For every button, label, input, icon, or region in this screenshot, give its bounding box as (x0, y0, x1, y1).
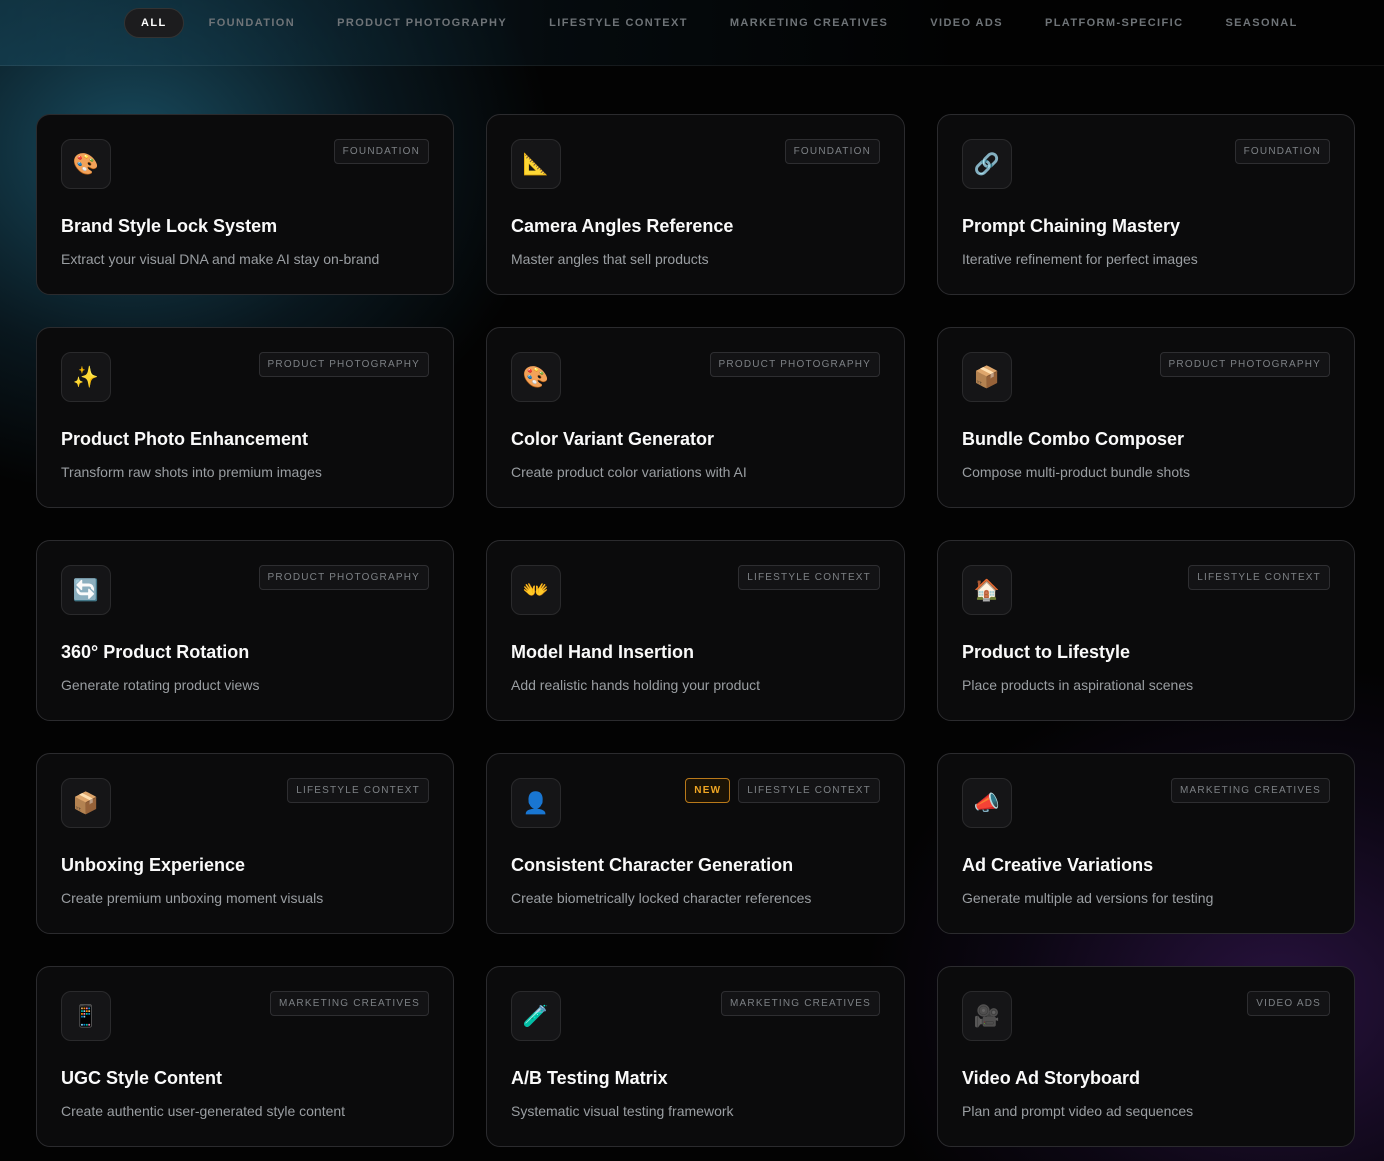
card-title: Product Photo Enhancement (61, 429, 309, 449)
card-title: A/B Testing Matrix (511, 1068, 668, 1088)
card-model-hand-insertion[interactable]: 👐 LIFESTYLE CONTEXT Model Hand Insertion… (486, 540, 905, 721)
tab-all[interactable]: ALL (124, 8, 184, 38)
sparkles-icon: ✨ (61, 352, 111, 402)
card-description: Generate rotating product views (61, 677, 260, 693)
category-badge: LIFESTYLE CONTEXT (738, 778, 880, 803)
category-badge: PRODUCT PHOTOGRAPHY (258, 565, 429, 590)
category-badge: LIFESTYLE CONTEXT (738, 565, 880, 590)
card-product-photo-enhancement[interactable]: ✨ PRODUCT PHOTOGRAPHY Product Photo Enha… (36, 327, 454, 508)
card-title: Model Hand Insertion (511, 642, 695, 662)
card-grid: 🎨 FOUNDATION Brand Style Lock System Ext… (36, 114, 1355, 1147)
tab-marketing-creatives[interactable]: MARKETING CREATIVES (730, 17, 888, 29)
palette-icon: 🎨 (511, 352, 561, 402)
card-title: 360° Product Rotation (61, 642, 250, 662)
card-description: Extract your visual DNA and make AI stay… (61, 251, 380, 267)
video-camera-icon: 🎥 (962, 991, 1012, 1041)
card-description: Plan and prompt video ad sequences (962, 1103, 1194, 1119)
test-tube-icon: 🧪 (511, 991, 561, 1041)
category-filter-bar: ALL FOUNDATION PRODUCT PHOTOGRAPHY LIFES… (0, 0, 1384, 66)
house-icon: 🏠 (962, 565, 1012, 615)
card-description: Compose multi-product bundle shots (962, 464, 1191, 480)
category-badge: VIDEO ADS (1247, 991, 1330, 1016)
card-description: Transform raw shots into premium images (61, 464, 322, 480)
card-description: Create product color variations with AI (511, 464, 747, 480)
card-video-ad-storyboard[interactable]: 🎥 VIDEO ADS Video Ad Storyboard Plan and… (937, 966, 1355, 1147)
card-description: Master angles that sell products (511, 251, 709, 267)
tab-seasonal[interactable]: SEASONAL (1225, 17, 1297, 29)
category-badge: FOUNDATION (784, 139, 880, 164)
triangle-ruler-icon: 📐 (511, 139, 561, 189)
card-description: Systematic visual testing framework (511, 1103, 734, 1119)
category-badge: MARKETING CREATIVES (721, 991, 880, 1016)
card-ab-testing-matrix[interactable]: 🧪 MARKETING CREATIVES A/B Testing Matrix… (486, 966, 905, 1147)
card-title: Ad Creative Variations (962, 855, 1154, 875)
card-brand-style-lock-system[interactable]: 🎨 FOUNDATION Brand Style Lock System Ext… (36, 114, 454, 295)
card-color-variant-generator[interactable]: 🎨 PRODUCT PHOTOGRAPHY Color Variant Gene… (486, 327, 905, 508)
category-badge: MARKETING CREATIVES (270, 991, 429, 1016)
category-badge: PRODUCT PHOTOGRAPHY (1159, 352, 1330, 377)
category-badge: LIFESTYLE CONTEXT (1188, 565, 1330, 590)
card-prompt-chaining-mastery[interactable]: 🔗 FOUNDATION Prompt Chaining Mastery Ite… (937, 114, 1355, 295)
link-icon: 🔗 (962, 139, 1012, 189)
tab-lifestyle-context[interactable]: LIFESTYLE CONTEXT (549, 17, 688, 29)
category-badge: MARKETING CREATIVES (1171, 778, 1330, 803)
tab-product-photography[interactable]: PRODUCT PHOTOGRAPHY (337, 17, 507, 29)
card-description: Place products in aspirational scenes (962, 677, 1194, 693)
category-tabs: ALL FOUNDATION PRODUCT PHOTOGRAPHY LIFES… (124, 8, 1340, 38)
rotate-arrows-icon: 🔄 (61, 565, 111, 615)
tab-video-ads[interactable]: VIDEO ADS (930, 17, 1003, 29)
tab-platform-specific[interactable]: PLATFORM-SPECIFIC (1045, 17, 1183, 29)
card-product-to-lifestyle[interactable]: 🏠 LIFESTYLE CONTEXT Product to Lifestyle… (937, 540, 1355, 721)
category-badge: FOUNDATION (1234, 139, 1330, 164)
card-title: Consistent Character Generation (511, 855, 794, 875)
card-description: Add realistic hands holding your product (511, 677, 761, 693)
card-description: Generate multiple ad versions for testin… (962, 890, 1214, 906)
category-badge: PRODUCT PHOTOGRAPHY (709, 352, 880, 377)
new-badge: NEW (685, 778, 731, 803)
card-consistent-character-generation[interactable]: 👤 NEW LIFESTYLE CONTEXT Consistent Chara… (486, 753, 905, 934)
card-title: Unboxing Experience (61, 855, 246, 875)
open-hands-icon: 👐 (511, 565, 561, 615)
card-bundle-combo-composer[interactable]: 📦 PRODUCT PHOTOGRAPHY Bundle Combo Compo… (937, 327, 1355, 508)
card-360-product-rotation[interactable]: 🔄 PRODUCT PHOTOGRAPHY 360° Product Rotat… (36, 540, 454, 721)
card-title: Prompt Chaining Mastery (962, 216, 1181, 236)
card-ad-creative-variations[interactable]: 📣 MARKETING CREATIVES Ad Creative Variat… (937, 753, 1355, 934)
category-badge: LIFESTYLE CONTEXT (287, 778, 429, 803)
card-title: Product to Lifestyle (962, 642, 1131, 662)
card-description: Create authentic user-generated style co… (61, 1103, 346, 1119)
card-title: Brand Style Lock System (61, 216, 278, 236)
card-title: Video Ad Storyboard (962, 1068, 1141, 1088)
card-description: Create premium unboxing moment visuals (61, 890, 324, 906)
tab-foundation[interactable]: FOUNDATION (209, 17, 296, 29)
mobile-phone-icon: 📱 (61, 991, 111, 1041)
card-ugc-style-content[interactable]: 📱 MARKETING CREATIVES UGC Style Content … (36, 966, 454, 1147)
category-badge: FOUNDATION (333, 139, 429, 164)
card-title: Color Variant Generator (511, 429, 715, 449)
palette-icon: 🎨 (61, 139, 111, 189)
card-camera-angles-reference[interactable]: 📐 FOUNDATION Camera Angles Reference Mas… (486, 114, 905, 295)
card-title: Camera Angles Reference (511, 216, 734, 236)
megaphone-icon: 📣 (962, 778, 1012, 828)
card-description: Create biometrically locked character re… (511, 890, 812, 906)
card-title: Bundle Combo Composer (962, 429, 1185, 449)
card-title: UGC Style Content (61, 1068, 223, 1088)
package-icon: 📦 (61, 778, 111, 828)
package-icon: 📦 (962, 352, 1012, 402)
card-description: Iterative refinement for perfect images (962, 251, 1198, 267)
person-silhouette-icon: 👤 (511, 778, 561, 828)
category-badge: PRODUCT PHOTOGRAPHY (258, 352, 429, 377)
card-unboxing-experience[interactable]: 📦 LIFESTYLE CONTEXT Unboxing Experience … (36, 753, 454, 934)
